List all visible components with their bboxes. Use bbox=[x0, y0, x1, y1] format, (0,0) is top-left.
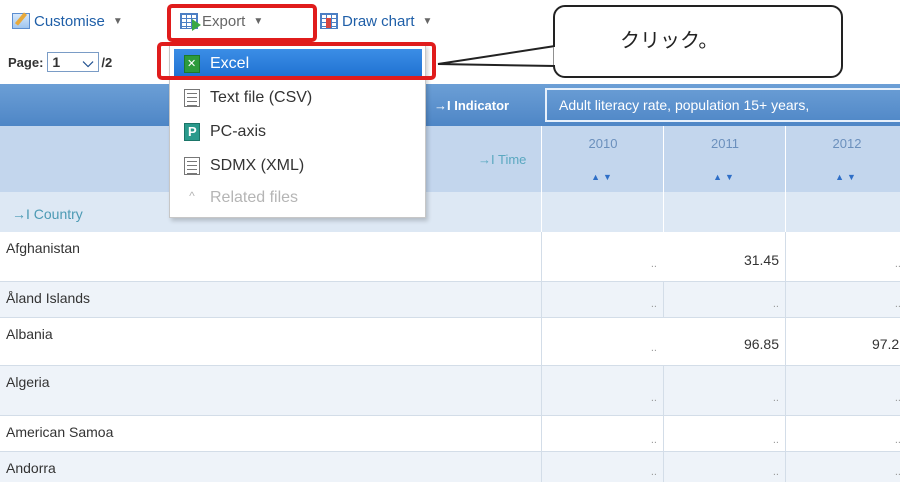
data-cell: .. bbox=[650, 466, 657, 478]
callout-text: クリック。 bbox=[620, 28, 719, 52]
menu-item-label: PC-axis bbox=[210, 123, 267, 140]
data-cell: .. bbox=[894, 258, 900, 270]
column-divider bbox=[785, 126, 786, 192]
column-divider bbox=[785, 416, 786, 452]
year-header: 2011 bbox=[711, 136, 739, 151]
pc-axis-icon bbox=[184, 123, 200, 141]
column-divider bbox=[663, 282, 664, 318]
column-divider bbox=[785, 232, 786, 282]
column-divider bbox=[541, 318, 542, 366]
chevron-down-icon: ▼ bbox=[422, 15, 433, 27]
page-label: Page: bbox=[8, 54, 44, 70]
data-cell: .. bbox=[894, 298, 900, 310]
menu-item-sdmx[interactable]: SDMX (XML) bbox=[174, 151, 422, 181]
time-dimension-label[interactable]: →I Time bbox=[478, 152, 526, 167]
country-name: Algeria bbox=[6, 374, 50, 390]
table-row: Algeria .. .. .. bbox=[0, 366, 900, 416]
table-row: American Samoa .. .. .. bbox=[0, 416, 900, 452]
column-divider bbox=[541, 192, 542, 232]
pager: Page: 1 ⌵ /2 bbox=[8, 52, 112, 72]
column-divider bbox=[785, 192, 786, 232]
draw-chart-label: Draw chart bbox=[342, 12, 415, 30]
document-icon bbox=[184, 157, 200, 175]
column-divider bbox=[785, 282, 786, 318]
data-cell: 97.25 bbox=[871, 336, 900, 352]
column-divider bbox=[541, 126, 542, 192]
column-divider bbox=[541, 282, 542, 318]
page-select[interactable]: 1 ⌵ bbox=[47, 52, 100, 72]
chevron-down-icon: ⌵ bbox=[82, 54, 94, 70]
draw-chart-button[interactable]: Draw chart ▼ bbox=[320, 10, 432, 32]
data-cell: .. bbox=[650, 392, 657, 404]
sort-arrows-icon[interactable]: ▲▼ bbox=[543, 172, 663, 182]
chevron-down-icon: ▼ bbox=[112, 15, 123, 27]
time-header: →I Time 2010 2011 2012 ▲▼ ▲▼ ▲▼ bbox=[0, 126, 900, 192]
customise-label: Customise bbox=[34, 12, 105, 30]
data-cell: .. bbox=[650, 434, 657, 446]
column-divider bbox=[541, 416, 542, 452]
menu-item-label: Text file (CSV) bbox=[210, 89, 313, 106]
table-row: Andorra .. .. .. bbox=[0, 452, 900, 482]
column-divider bbox=[663, 192, 664, 232]
column-divider bbox=[541, 232, 542, 282]
document-icon bbox=[184, 89, 200, 107]
menu-item-pc-axis[interactable]: PC-axis bbox=[174, 117, 422, 147]
column-divider bbox=[663, 416, 664, 452]
country-header: →I Country bbox=[0, 192, 900, 232]
data-cell: .. bbox=[772, 434, 779, 446]
country-name: Åland Islands bbox=[6, 290, 91, 306]
menu-item-csv[interactable]: Text file (CSV) bbox=[174, 83, 422, 113]
column-divider bbox=[785, 452, 786, 482]
year-header: 2010 bbox=[588, 136, 618, 151]
page-total: /2 bbox=[101, 54, 113, 70]
chevron-up-icon: ^ bbox=[189, 189, 195, 203]
data-cell: .. bbox=[772, 466, 779, 478]
year-header: 2012 bbox=[832, 136, 862, 151]
column-divider bbox=[785, 318, 786, 366]
sort-arrows-icon[interactable]: ▲▼ bbox=[787, 172, 900, 182]
table-row: Afghanistan .. 31.45 .. bbox=[0, 232, 900, 282]
column-divider bbox=[541, 452, 542, 482]
data-cell: .. bbox=[894, 466, 900, 478]
country-name: Albania bbox=[6, 326, 53, 342]
table-row: Albania .. 96.85 97.25 bbox=[0, 318, 900, 366]
table-row: Åland Islands .. .. .. bbox=[0, 282, 900, 318]
data-cell: .. bbox=[650, 258, 657, 270]
indicator-title: Adult literacy rate, population 15+ year… bbox=[545, 88, 900, 122]
data-cell: .. bbox=[894, 392, 900, 404]
country-dimension-label[interactable]: →I Country bbox=[12, 206, 83, 222]
menu-item-label: SDMX (XML) bbox=[210, 157, 305, 174]
customise-icon bbox=[12, 13, 30, 29]
data-cell: .. bbox=[650, 342, 657, 354]
country-name: American Samoa bbox=[6, 424, 114, 440]
country-name: Afghanistan bbox=[6, 240, 80, 256]
export-highlight-box bbox=[167, 4, 317, 42]
data-cell: 31.45 bbox=[743, 252, 779, 268]
country-name: Andorra bbox=[6, 460, 56, 476]
menu-item-label: Related files bbox=[210, 189, 299, 206]
data-cell: .. bbox=[894, 434, 900, 446]
data-cell: 96.85 bbox=[743, 336, 779, 352]
column-divider bbox=[785, 366, 786, 416]
data-cell: .. bbox=[650, 298, 657, 310]
sort-arrows-icon[interactable]: ▲▼ bbox=[665, 172, 785, 182]
column-divider bbox=[541, 366, 542, 416]
menu-item-related-files: ^ Related files bbox=[174, 183, 422, 213]
column-divider bbox=[663, 126, 664, 192]
data-cell: .. bbox=[772, 298, 779, 310]
data-cell: .. bbox=[772, 392, 779, 404]
excel-highlight-box bbox=[157, 42, 436, 80]
page-current: 1 bbox=[52, 54, 61, 70]
indicator-dimension-label[interactable]: →I Indicator bbox=[434, 98, 509, 113]
chart-icon bbox=[320, 13, 338, 29]
indicator-header: →I Indicator Adult literacy rate, popula… bbox=[0, 84, 900, 126]
column-divider bbox=[663, 366, 664, 416]
column-divider bbox=[663, 452, 664, 482]
customise-button[interactable]: Customise ▼ bbox=[12, 10, 123, 32]
